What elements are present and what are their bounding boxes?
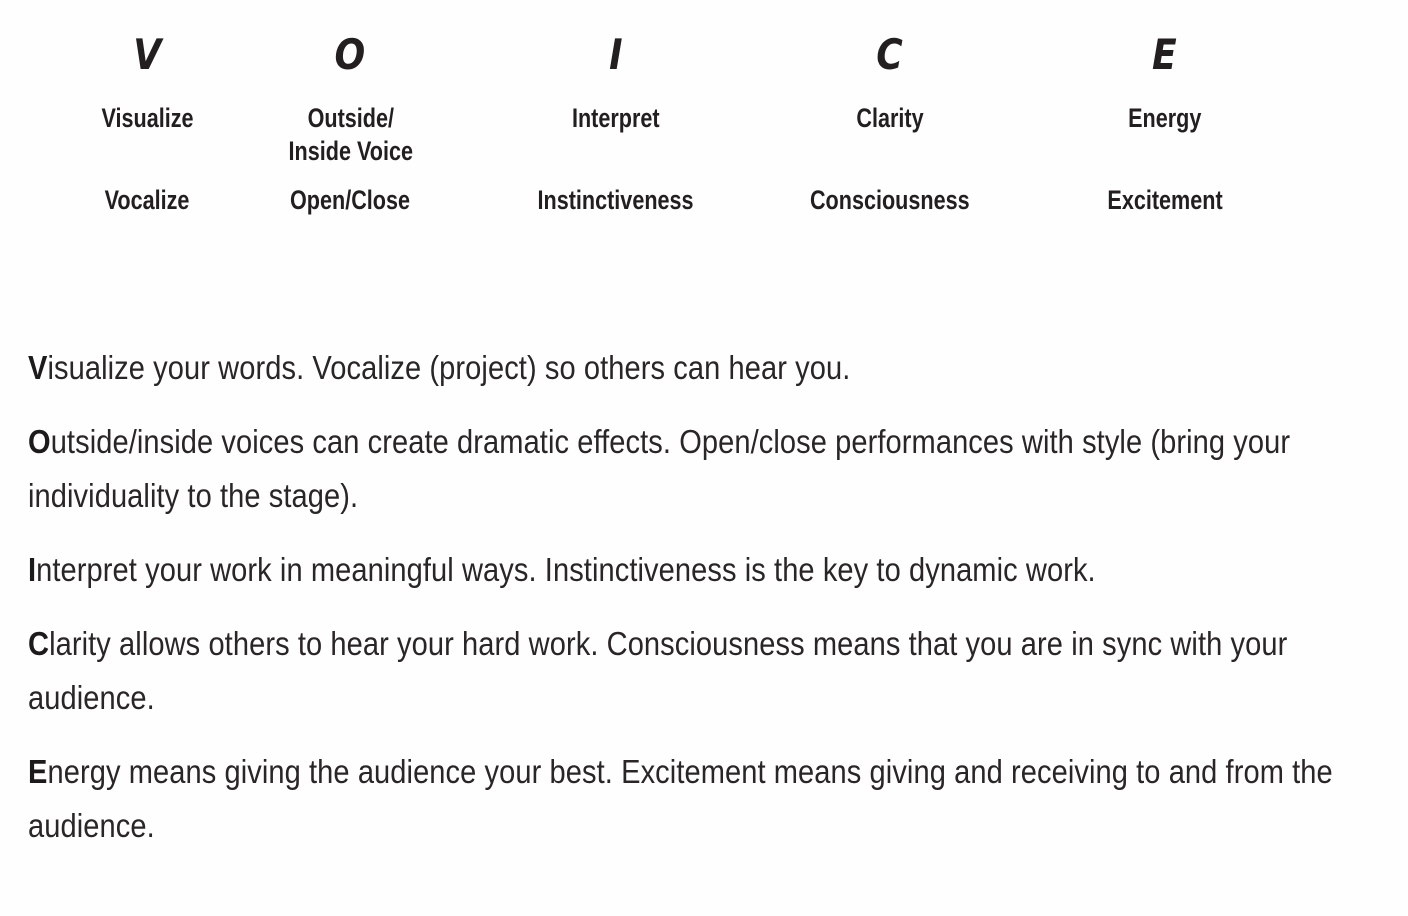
table-left-gutter [0, 24, 74, 86]
acronym-keyword-clarity: Clarity [856, 103, 924, 133]
paragraph-text-e: nergy means giving the audience your bes… [28, 753, 1333, 844]
acronym-keyword-energy: Energy [1128, 103, 1202, 133]
acronym-column-c-primary: Clarity [752, 86, 1028, 168]
acronym-column-i-letter: I [480, 24, 752, 86]
acronym-column-e-primary: Energy [1028, 86, 1302, 168]
table-right-gutter-row3 [1302, 168, 1408, 217]
acronym-column-v-secondary: Vocalize [74, 168, 221, 217]
acronym-column-c-letter: C [752, 24, 1028, 86]
paragraph-text-o: utside/inside voices can create dramatic… [28, 423, 1291, 514]
paragraph-text-v: isualize your words. Vocalize (project) … [47, 349, 851, 386]
acronym-letter-v: V [133, 30, 162, 79]
acronym-column-v-primary: Visualize [74, 86, 221, 168]
acronym-column-c-secondary: Consciousness [752, 168, 1028, 217]
paragraph-text-c: larity allows others to hear your hard w… [28, 625, 1288, 716]
acronym-column-e-letter: E [1028, 24, 1302, 86]
acronym-column-i-primary: Interpret [480, 86, 752, 168]
acronym-keyword-visualize: Visualize [101, 103, 194, 133]
paragraph-outside: Outside/inside voices can create dramati… [28, 415, 1376, 523]
acronym-table: V O I C E Visualize Outside/ Inside Voic… [0, 24, 1408, 217]
paragraph-initial-o: O [28, 423, 51, 460]
paragraph-initial-v: V [28, 349, 48, 386]
table-left-gutter-row2 [0, 86, 74, 168]
document-page: V O I C E Visualize Outside/ Inside Voic… [0, 0, 1408, 916]
acronym-column-o-secondary: Open/Close [221, 168, 480, 217]
acronym-keyword-consciousness: Consciousness [810, 185, 970, 215]
acronym-keyword-excitement: Excitement [1107, 185, 1223, 215]
acronym-column-o-letter: O [221, 24, 480, 86]
acronym-keyword-interpret: Interpret [572, 103, 660, 133]
acronym-column-e-secondary: Excitement [1028, 168, 1302, 217]
paragraph-visualize: Visualize your words. Vocalize (project)… [28, 341, 1376, 395]
acronym-keyword-open-close: Open/Close [290, 185, 411, 215]
paragraph-energy: Energy means giving the audience your be… [28, 745, 1376, 853]
acronym-keyword-instinctiveness: Instinctiveness [537, 185, 695, 215]
paragraph-text-i: nterpret your work in meaningful ways. I… [36, 551, 1096, 588]
paragraph-initial-e: E [28, 753, 48, 790]
acronym-keyword-outside-inside-voice: Outside/ Inside Voice [288, 103, 413, 166]
table-left-gutter-row3 [0, 168, 74, 217]
table-right-gutter-row2 [1302, 86, 1408, 168]
acronym-letter-o: O [334, 30, 367, 79]
acronym-keyword-vocalize: Vocalize [105, 185, 190, 215]
acronym-letter-i: I [609, 30, 623, 79]
paragraph-initial-c: C [28, 625, 50, 662]
acronym-letter-e: E [1152, 30, 1178, 79]
acronym-column-i-secondary: Instinctiveness [480, 168, 752, 217]
paragraph-interpret: Interpret your work in meaningful ways. … [28, 543, 1376, 597]
body-copy: Visualize your words. Vocalize (project)… [28, 341, 1376, 853]
acronym-letter-c: C [876, 30, 904, 79]
acronym-column-v-letter: V [74, 24, 221, 86]
table-right-gutter [1302, 24, 1408, 86]
paragraph-clarity: Clarity allows others to hear your hard … [28, 617, 1376, 725]
acronym-column-o-primary: Outside/ Inside Voice [221, 86, 480, 168]
